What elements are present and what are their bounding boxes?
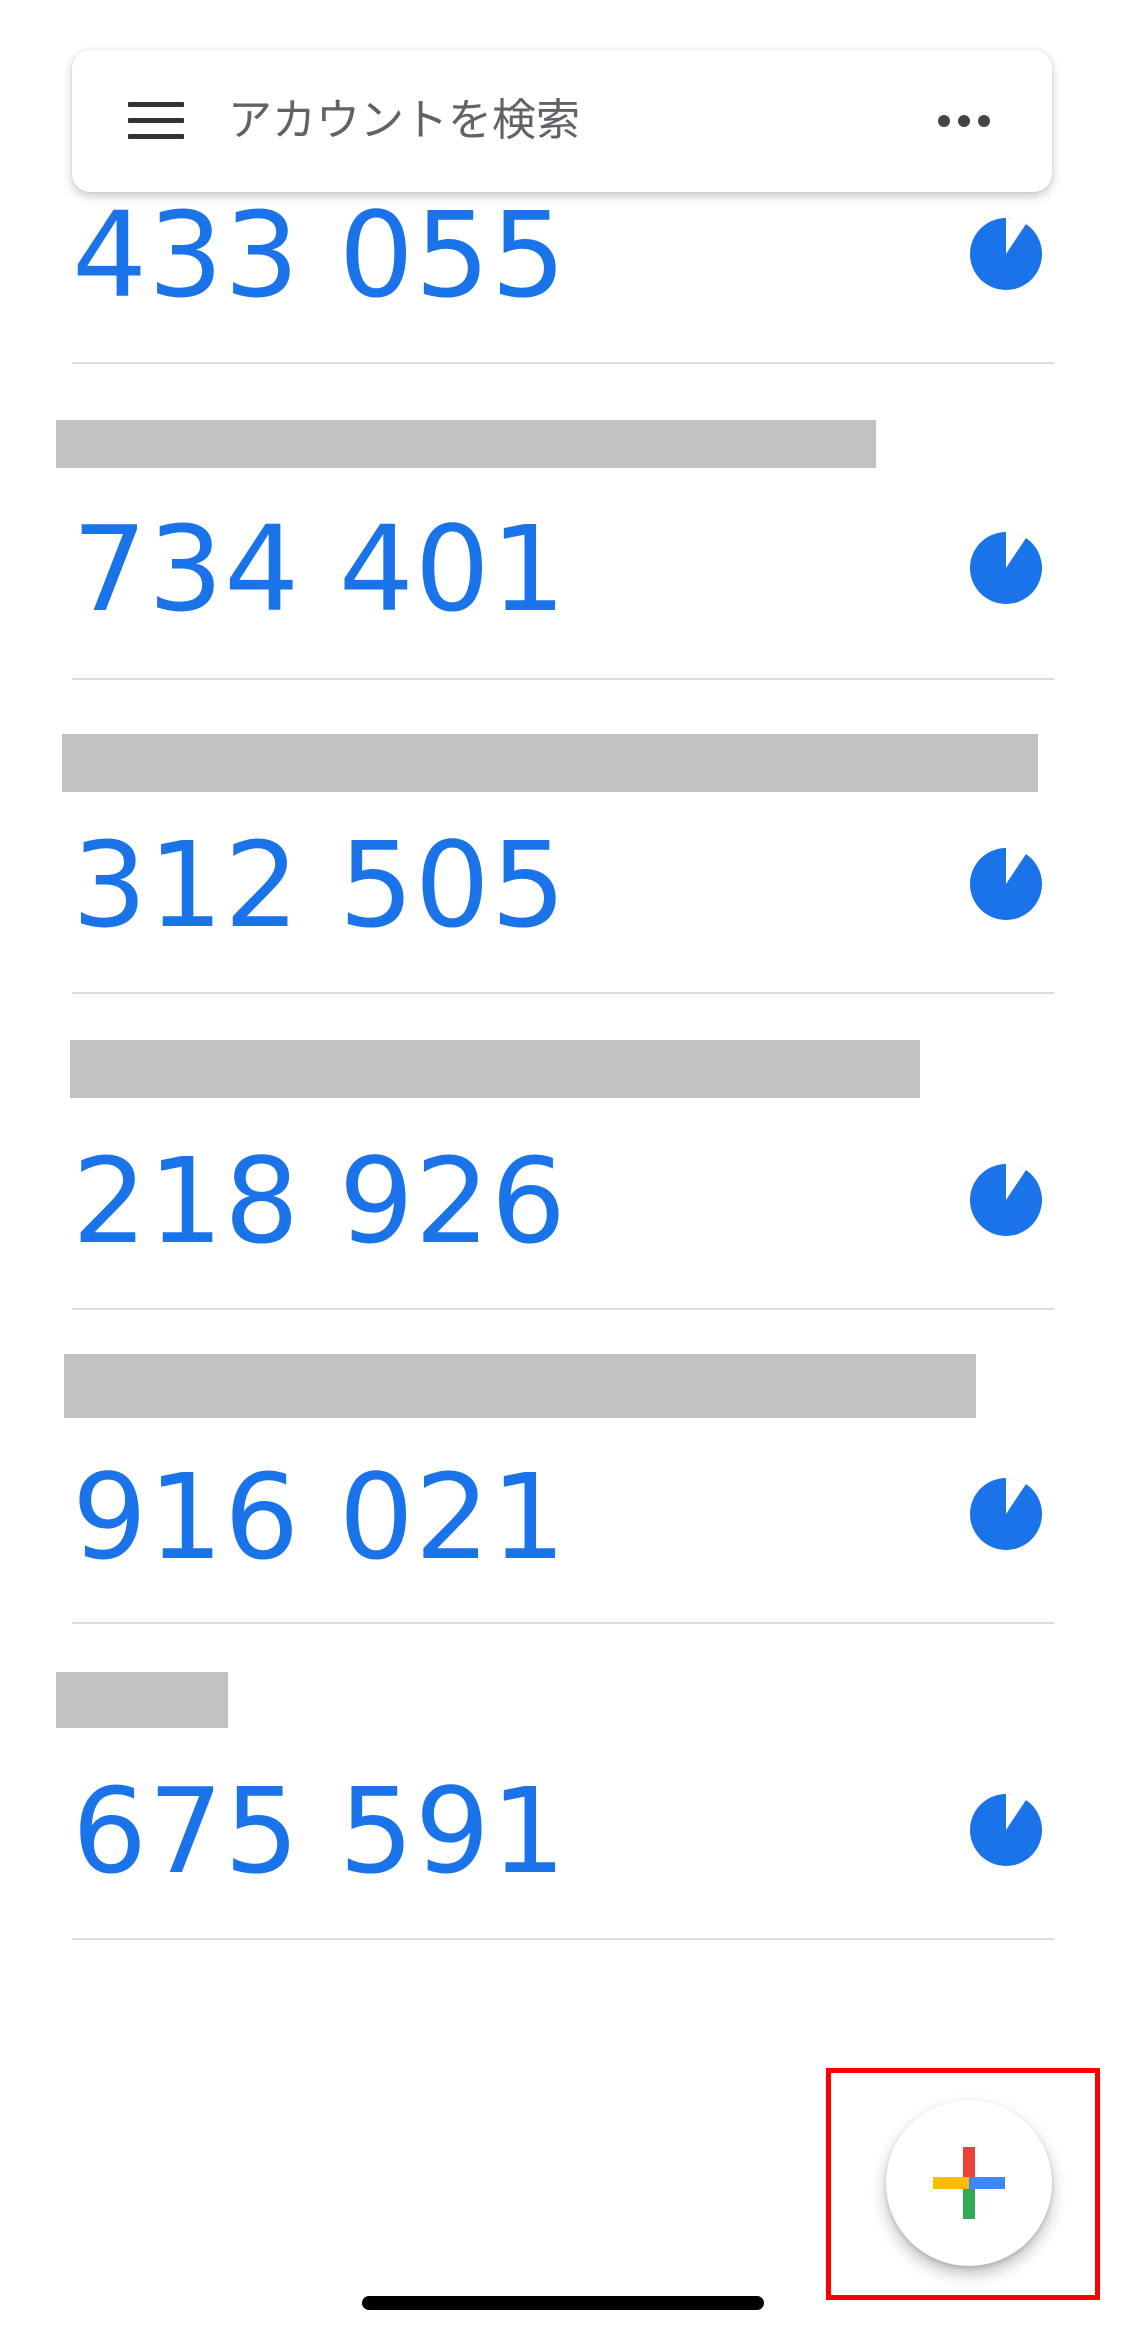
otp-code[interactable]: 675 591 [72,1772,567,1890]
account-name-redacted [64,1354,976,1418]
search-bar[interactable] [72,50,1052,192]
hamburger-menu-icon[interactable] [128,102,184,140]
add-plus-icon [933,2147,1005,2219]
countdown-timer-icon [970,217,1042,290]
account-name-redacted [70,1040,920,1098]
otp-code[interactable]: 433 055 [72,196,567,314]
otp-code[interactable]: 916 021 [72,1458,567,1576]
countdown-timer-icon [970,847,1042,920]
otp-code[interactable]: 218 926 [72,1142,567,1260]
countdown-timer-icon [970,1163,1042,1236]
divider [72,678,1054,680]
otp-code[interactable]: 312 505 [72,826,567,944]
more-horizontal-icon[interactable] [938,110,998,134]
divider [72,1622,1054,1624]
account-name-redacted [62,734,1038,792]
countdown-timer-icon [970,1793,1042,1866]
divider [72,1308,1054,1310]
account-name-redacted [56,1672,228,1728]
add-account-button[interactable] [886,2100,1052,2266]
divider [72,362,1054,364]
home-indicator[interactable] [362,2296,764,2310]
countdown-timer-icon [970,531,1042,604]
authenticator-screen: 433 055 734 401 312 505 218 926 916 021 … [0,0,1126,2338]
otp-code[interactable]: 734 401 [72,510,567,628]
search-input[interactable] [228,90,828,150]
divider [72,992,1054,994]
countdown-timer-icon [970,1477,1042,1550]
divider [72,1938,1054,1940]
account-name-redacted [56,420,876,468]
